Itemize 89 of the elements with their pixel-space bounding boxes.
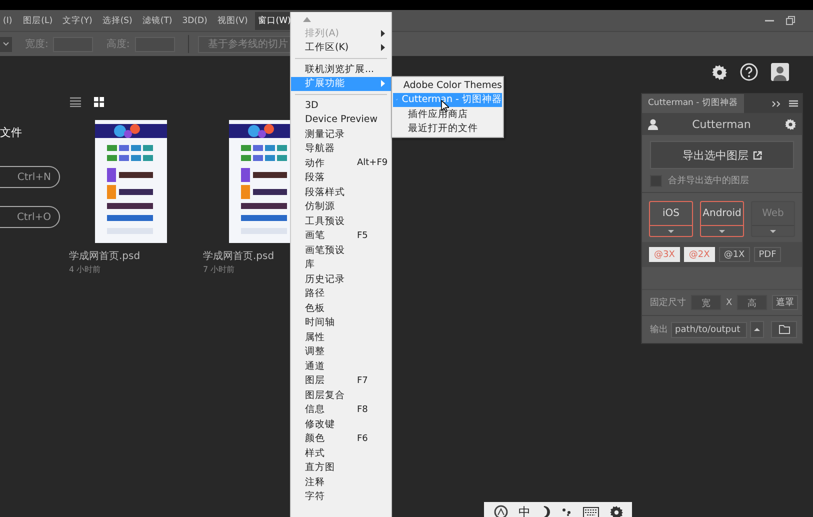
up-button[interactable] [750, 321, 764, 338]
submenu-arrow-icon [381, 80, 385, 88]
panel-title: Cutterman [692, 118, 751, 130]
menu-item[interactable]: 图层 F7 [291, 374, 391, 388]
folder-button[interactable] [771, 321, 797, 338]
caret-icon [3, 42, 9, 46]
menu-item[interactable]: 画笔预设 [291, 243, 391, 258]
menu-item[interactable]: 路径 [291, 286, 391, 301]
mask-button[interactable]: 遮罩 [772, 295, 798, 310]
list-view-icon[interactable] [70, 97, 81, 107]
times-sign: X [726, 298, 732, 308]
height-field[interactable]: 高 [737, 295, 768, 310]
folder-icon [778, 325, 790, 334]
merge-checkbox-label: 合并导出选中的图层 [668, 174, 749, 187]
keyboard-icon[interactable] [582, 506, 598, 517]
dots-icon[interactable] [562, 508, 572, 516]
menu-item[interactable]: 历史记录 [291, 272, 391, 286]
collapse-icon[interactable] [772, 100, 781, 106]
webpage-thumbnail-drawing[interactable] [95, 120, 167, 243]
submenu-item[interactable]: Adobe Color Themes [393, 78, 502, 92]
caret-icon [770, 230, 776, 232]
grid-view-icon[interactable] [94, 97, 104, 107]
menu-item[interactable]: 注释 [291, 475, 391, 490]
file-time: 4 小时前 [69, 264, 102, 275]
menu-item[interactable]: 动作 Alt+F9 [291, 156, 391, 170]
menu-bar-item[interactable]: 滤镜(T) [139, 12, 176, 30]
help-icon[interactable] [740, 63, 758, 81]
caret-icon [668, 230, 674, 232]
menu-item[interactable]: 信息 F8 [291, 402, 391, 417]
menu-bar-item[interactable]: 视图(V) [214, 12, 251, 30]
output-label: 输出 [650, 324, 668, 336]
input-mode-toggle[interactable]: 中 [518, 504, 530, 517]
dropdown-button[interactable] [0, 36, 12, 52]
menu-item[interactable]: 段落样式 [291, 185, 391, 200]
menu-bar-item[interactable]: 选择(S) [99, 12, 136, 30]
menu-bar-item[interactable]: 3D(D) [179, 12, 210, 28]
menu-item[interactable]: Device Preview [291, 112, 391, 127]
moon-icon[interactable] [542, 506, 550, 517]
menu-item[interactable]: 3D [291, 98, 391, 112]
menu-item[interactable]: 画笔 F5 [291, 228, 391, 243]
menu-item[interactable]: 段落 [291, 170, 391, 185]
scale-toggle[interactable]: @1X [718, 247, 750, 262]
shortcut-button[interactable]: Ctrl+N [0, 166, 60, 188]
menu-icon[interactable] [789, 100, 798, 107]
menu-bar-item[interactable]: 图层(L) [20, 12, 56, 30]
menu-item[interactable]: 字符 [291, 490, 391, 504]
restore-icon[interactable] [786, 16, 795, 25]
file-name: 学成网首页.psd [203, 250, 276, 263]
menu-item[interactable]: 属性 [291, 330, 391, 344]
menu-item[interactable]: 色板 [291, 301, 391, 316]
platform-toggle[interactable]: iOS [649, 201, 693, 237]
menu-item[interactable]: 图层复合 [291, 388, 391, 402]
section-heading: 文件 [0, 125, 22, 140]
caret-icon [719, 230, 725, 232]
menu-item[interactable]: 直方图 [291, 460, 391, 475]
user-avatar-icon[interactable] [771, 63, 789, 81]
panel-tab[interactable]: Cutterman - 切图神器 [642, 94, 744, 113]
file-name: 学成网首页.psd [69, 250, 142, 263]
settings-icon[interactable] [610, 506, 622, 517]
user-icon[interactable] [648, 118, 658, 130]
submenu-item[interactable]: 最近打开的文件 [393, 122, 502, 136]
menu-bar-item[interactable]: 文字(Y) [60, 12, 96, 30]
minimize-icon[interactable] [765, 20, 774, 22]
fixed-size-label: 固定尺寸 [650, 296, 686, 309]
menu-item[interactable]: 测量记录 [291, 127, 391, 142]
width-field[interactable]: 宽 [691, 295, 721, 310]
platform-toggle[interactable]: Android [700, 201, 744, 237]
file-time: 7 小时前 [203, 264, 236, 275]
caret-icon [754, 328, 760, 331]
shortcut-button[interactable]: Ctrl+O [0, 206, 60, 228]
menu-item[interactable]: 库 [291, 258, 391, 272]
menu-item[interactable]: 联机浏览扩展... [291, 62, 391, 76]
menu-item[interactable]: 导航器 [291, 142, 391, 156]
menu-item[interactable]: 修改键 [291, 417, 391, 432]
circle-logo-icon[interactable] [494, 505, 508, 517]
scale-toggle[interactable]: PDF [754, 247, 782, 262]
external-link-icon [752, 150, 762, 160]
export-layers-button[interactable]: 导出选中图层 [650, 141, 794, 169]
menu-item[interactable]: 时间轴 [291, 316, 391, 330]
menu-item[interactable]: 工具预设 [291, 214, 391, 228]
menu-bar-item[interactable]: (I) [0, 12, 16, 28]
settings-icon[interactable] [712, 64, 727, 80]
settings-icon[interactable] [785, 118, 796, 130]
menu-item[interactable]: 通道 [291, 359, 391, 374]
menu-item[interactable]: 样式 [291, 446, 391, 460]
menu-item[interactable]: 颜色 F6 [291, 432, 391, 446]
output-path-field[interactable]: path/to/output [671, 322, 747, 338]
menu-item[interactable]: 调整 [291, 344, 391, 359]
menu-item[interactable]: 仿制源 [291, 200, 391, 214]
